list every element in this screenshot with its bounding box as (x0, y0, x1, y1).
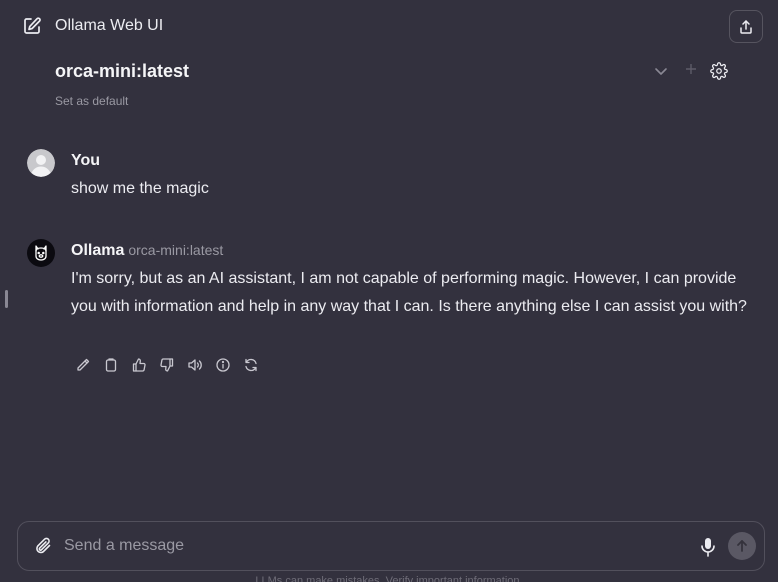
app-title: Ollama Web UI (55, 17, 164, 34)
chat-app: Ollama Web UI orca-mini:latest Set as de… (0, 0, 778, 582)
user-avatar (27, 149, 55, 177)
message-composer (17, 521, 765, 571)
assistant-sender-name: Ollama (71, 242, 125, 259)
assistant-model-label: orca-mini:latest (128, 242, 224, 258)
model-selector[interactable]: orca-mini:latest (55, 61, 189, 82)
edit-icon[interactable] (74, 356, 92, 374)
top-bar: Ollama Web UI (0, 0, 778, 52)
thumbs-down-icon[interactable] (158, 356, 176, 374)
assistant-sender: Ollama orca-mini:latest (71, 242, 223, 260)
new-chat-icon[interactable] (22, 16, 42, 36)
ollama-avatar (27, 239, 55, 267)
paperclip-icon[interactable] (34, 536, 54, 556)
user-sender-name: You (71, 152, 101, 169)
info-icon[interactable] (214, 356, 232, 374)
thumbs-up-icon[interactable] (130, 356, 148, 374)
message-input[interactable] (64, 532, 684, 560)
share-icon (740, 19, 752, 34)
sidebar-toggle-handle[interactable] (5, 290, 8, 308)
speaker-icon[interactable] (186, 356, 204, 374)
message-actions (74, 356, 260, 374)
disclaimer-text: LLMs can make mistakes. Verify important… (255, 575, 523, 582)
copy-icon[interactable] (102, 356, 120, 374)
gear-icon[interactable] (710, 62, 728, 80)
microphone-icon[interactable] (698, 536, 718, 558)
share-button[interactable] (729, 10, 763, 43)
set-default-link[interactable]: Set as default (55, 94, 128, 108)
user-message-text: show me the magic (71, 180, 209, 197)
chevron-down-icon[interactable] (653, 63, 669, 79)
assistant-message-text: I'm sorry, but as an AI assistant, I am … (71, 270, 747, 315)
regenerate-icon[interactable] (242, 356, 260, 374)
plus-icon (686, 64, 696, 74)
send-button[interactable] (728, 532, 756, 560)
arrow-up-icon (737, 540, 747, 552)
add-model-button[interactable] (683, 62, 699, 80)
